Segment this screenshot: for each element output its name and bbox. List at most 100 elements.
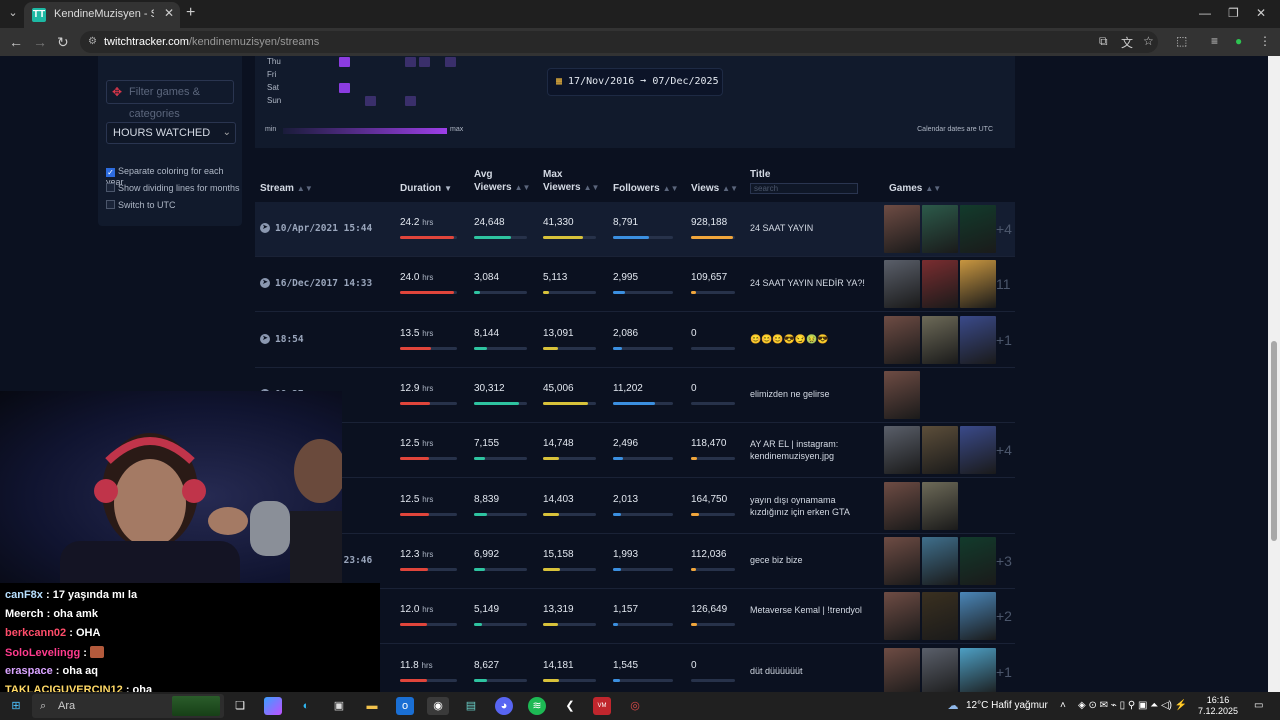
media-icon[interactable]: ≡ [1211, 34, 1218, 48]
stream-date[interactable]: 16/Dec/2017 14:33 [275, 278, 372, 289]
game-thumbnail[interactable] [922, 316, 958, 364]
extensions-icon[interactable]: ⬚ [1176, 34, 1187, 48]
more-games-count[interactable]: +4 [996, 442, 1012, 458]
taskbar-search[interactable]: ⌕ Ara [32, 694, 224, 718]
heatmap-cell[interactable] [365, 96, 376, 106]
game-thumbnail[interactable] [960, 205, 996, 253]
game-thumbnail[interactable] [884, 648, 920, 692]
checkbox-utc[interactable]: Switch to UTC [106, 200, 176, 212]
game-thumbnail[interactable] [922, 426, 958, 474]
game-thumbnail[interactable] [884, 205, 920, 253]
menu-icon[interactable]: ⋮ [1259, 34, 1271, 48]
more-games-count[interactable]: +2 [996, 608, 1012, 624]
more-games-count[interactable]: +3 [996, 553, 1012, 569]
more-games-count[interactable]: +4 [996, 221, 1012, 237]
notepad-icon[interactable]: ▤ [462, 697, 480, 715]
bookmark-star-icon[interactable]: ☆ [1143, 34, 1154, 48]
metric-select[interactable]: HOURS WATCHED ⌄ [106, 122, 236, 144]
scrollbar-thumb[interactable] [1271, 341, 1277, 541]
notification-icon[interactable]: ▭ [1254, 700, 1263, 711]
table-row[interactable]: ➤ 10/Apr/2021 15:44 24.2 hrs 24,648 41,330 8,… [255, 202, 1015, 257]
restore-icon[interactable]: ❐ [1228, 6, 1239, 20]
store-icon[interactable]: ▣ [330, 697, 348, 715]
checkbox-separate-coloring[interactable]: ✓ Separate coloring for each year [106, 166, 242, 187]
expand-row-icon[interactable]: ➤ [260, 223, 270, 233]
game-thumbnail[interactable] [922, 260, 958, 308]
close-window-icon[interactable]: ✕ [1256, 6, 1266, 20]
browser-tab[interactable]: TT KendineMuzisyen - Streams List ✕ [24, 2, 180, 28]
game-thumbnail[interactable] [922, 482, 958, 530]
table-row[interactable]: ➤16:1412.5 hrs8,83914,4032,013164,750yay… [255, 479, 1015, 534]
tab-close-icon[interactable]: ✕ [164, 6, 174, 20]
tray-icons[interactable]: ◈ ⊙ ✉ ⌁ ▯ ⚲ ▣ ⏶ ◁) ⚡ [1078, 700, 1187, 711]
game-thumbnail[interactable] [884, 260, 920, 308]
heatmap-cell[interactable] [405, 96, 416, 106]
app-icon[interactable]: ❮ [561, 697, 579, 715]
page-scrollbar[interactable] [1268, 56, 1280, 692]
forward-icon[interactable]: → [33, 34, 47, 50]
table-row[interactable]: ➤08:2712.9 hrs30,31245,00611,2020elimizd… [255, 368, 1015, 423]
more-games-count[interactable]: +1 [996, 664, 1012, 680]
heatmap-cell[interactable] [339, 57, 350, 67]
game-thumbnail[interactable] [884, 482, 920, 530]
date-range-picker[interactable]: ▦ 17/Nov/2016 ➞ 07/Dec/2025 [547, 68, 723, 96]
heatmap-cell[interactable] [445, 57, 456, 67]
discord-icon[interactable]: ◕ [495, 697, 513, 715]
game-thumbnail[interactable] [960, 316, 996, 364]
more-games-count[interactable]: 11 [996, 276, 1011, 292]
site-info-icon[interactable]: ⚙ [88, 31, 97, 53]
game-thumbnail[interactable] [884, 592, 920, 640]
translate-icon[interactable]: 文 [1121, 34, 1133, 51]
table-row[interactable]: ➤ 16/Dec/2017 14:33 24.0 hrs 3,084 5,113 2,99… [255, 257, 1015, 312]
game-thumbnail[interactable] [922, 648, 958, 692]
clock[interactable]: 16:16 7.12.2025 [1196, 695, 1240, 717]
reload-icon[interactable]: ↻ [57, 34, 69, 51]
col-games[interactable]: Games ▲▼ [889, 182, 941, 195]
game-thumbnail[interactable] [960, 426, 996, 474]
expand-row-icon[interactable]: ➤ [260, 278, 270, 288]
tray-chevron-icon[interactable]: ˄ [1060, 700, 1066, 711]
weather-icon[interactable]: ☁ [944, 697, 962, 715]
col-views[interactable]: Views ▲▼ [691, 182, 738, 195]
windows-start-icon[interactable]: ⊞ [7, 697, 25, 715]
heatmap-cell[interactable] [405, 57, 416, 67]
weather-text[interactable]: 12°C Hafif yağmur [966, 700, 1048, 711]
stream-date[interactable]: 18:54 [275, 334, 304, 345]
game-thumbnail[interactable] [922, 537, 958, 585]
expand-row-icon[interactable]: ➤ [260, 334, 270, 344]
outlook-icon[interactable]: o [396, 697, 414, 715]
filter-games-input[interactable]: ✥ Filter games & categories [106, 80, 234, 120]
game-thumbnail[interactable] [884, 371, 920, 419]
col-max-viewers[interactable]: Max Viewers ▲▼ [543, 168, 605, 194]
table-row[interactable]: ➤ 18:54 13.5 hrs 8,144 13,091 2,086 0 😊😊😊😎😏🤢😎 +1 [255, 313, 1015, 368]
game-thumbnail[interactable] [922, 592, 958, 640]
game-thumbnail[interactable] [960, 648, 996, 692]
install-app-icon[interactable]: ⧉ [1099, 34, 1108, 49]
more-games-count[interactable]: +1 [996, 332, 1012, 348]
game-thumbnail[interactable] [884, 426, 920, 474]
new-tab-icon[interactable]: + [186, 4, 195, 22]
tab-search-icon[interactable]: ⌄ [4, 4, 22, 22]
stream-date[interactable]: 10/Apr/2021 15:44 [275, 223, 372, 234]
spotify-icon[interactable]: ≋ [528, 697, 546, 715]
url-field[interactable]: ⚙ twitchtracker.com/kendinemuzisyen/stre… [80, 31, 1158, 53]
chrome-icon[interactable]: ◉ [427, 697, 449, 715]
minimize-icon[interactable]: — [1199, 6, 1211, 20]
game-thumbnail[interactable] [960, 260, 996, 308]
profile-icon[interactable]: ● [1235, 34, 1242, 48]
col-avg-viewers[interactable]: Avg Viewers ▲▼ [474, 168, 534, 194]
heatmap-cell[interactable] [339, 83, 350, 93]
game-thumbnail[interactable] [922, 205, 958, 253]
edge-icon[interactable]: ◐ [297, 697, 315, 715]
col-duration[interactable]: Duration ▼ [400, 182, 452, 195]
back-icon[interactable]: ← [9, 34, 23, 50]
table-row[interactable]: ➤29/Jun/2020 23:4612.3 hrs6,99215,1581,9… [255, 534, 1015, 589]
title-search-input[interactable]: search [750, 183, 858, 194]
game-thumbnail[interactable] [960, 537, 996, 585]
file-explorer-icon[interactable]: ▬ [363, 697, 381, 715]
table-row[interactable]: ➤21:2312.5 hrs7,15514,7482,496118,470AY … [255, 423, 1015, 478]
obs-icon[interactable]: ◎ [626, 697, 644, 715]
voicemeeter-icon[interactable]: VM [593, 697, 611, 715]
game-thumbnail[interactable] [884, 537, 920, 585]
task-view-icon[interactable]: ❏ [231, 697, 249, 715]
